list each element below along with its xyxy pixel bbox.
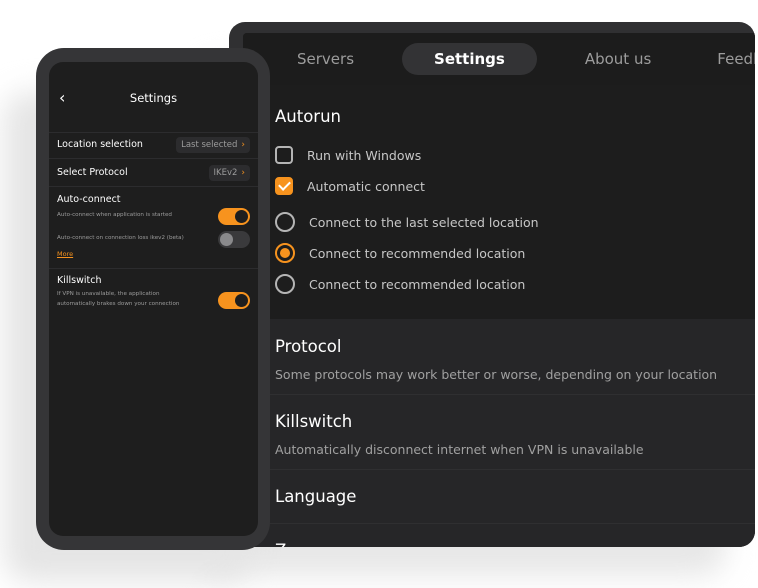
killswitch-description: Automatically disconnect internet when V… [275,442,644,457]
chevron-right-icon: › [241,168,245,178]
recommended-location-label-2: Connect to recommended location [309,276,526,292]
automatic-connect-checkbox[interactable] [275,177,293,195]
auto-connect-loss-toggle[interactable] [218,231,250,248]
last-selected-location-radio[interactable] [275,212,295,232]
language-title: Language [275,487,357,506]
run-with-windows-checkbox[interactable] [275,146,293,164]
phone-device: ‹ Settings Location selection Last selec… [36,48,270,550]
killswitch-desc-line-2: automatically brakes down your connectio… [57,301,180,307]
protocol-title: Protocol [275,337,342,356]
divider [49,132,258,133]
automatic-connect-option[interactable]: Automatic connect [275,174,425,198]
select-protocol-value-text: IKEv2 [213,168,238,178]
tab-servers[interactable]: Servers [279,43,372,75]
auto-connect-loss-text: Auto-connect on connection loss ikev2 (b… [57,235,184,241]
top-tab-bar: Servers Settings About us Feedback [243,33,755,85]
divider [49,158,258,159]
recommended-location-option-2[interactable]: Connect to recommended location [275,272,525,296]
automatic-connect-label: Automatic connect [307,178,425,194]
last-selected-location-label: Connect to the last selected location [309,214,539,230]
auto-connect-label: Auto-connect [57,194,121,205]
tab-about-us[interactable]: About us [567,43,669,75]
select-protocol-value[interactable]: IKEv2 › [208,165,250,181]
desktop-app-window: Servers Settings About us Feedback Autor… [229,22,755,547]
autorun-section: Autorun Run with Windows Automatic conne… [243,85,755,319]
next-setting-row[interactable]: Z [243,524,755,547]
select-protocol-label: Select Protocol [57,167,128,178]
recommended-location-label: Connect to recommended location [309,245,526,261]
settings-list: Protocol Some protocols may work better … [243,319,755,547]
protocol-description: Some protocols may work better or worse,… [275,367,718,382]
phone-settings-screen: ‹ Settings Location selection Last selec… [49,62,258,536]
autorun-title: Autorun [275,107,342,126]
killswitch-desc-line-1: If VPN is unavailable, the application [57,291,160,297]
language-setting-row[interactable]: Language [243,470,755,524]
divider [49,186,258,187]
phone-header: ‹ Settings [49,62,258,132]
divider [49,268,258,269]
recommended-location-radio-2[interactable] [275,274,295,294]
chevron-right-icon: › [241,140,245,150]
more-link[interactable]: More [57,250,73,258]
killswitch-title: Killswitch [275,412,353,431]
tab-settings[interactable]: Settings [402,43,537,75]
run-with-windows-label: Run with Windows [307,147,422,163]
recommended-location-option[interactable]: Connect to recommended location [275,241,525,265]
location-selection-value[interactable]: Last selected › [176,137,250,153]
desktop-app-screen: Servers Settings About us Feedback Autor… [243,33,755,547]
run-with-windows-option[interactable]: Run with Windows [275,143,421,167]
location-selection-value-text: Last selected [181,140,238,150]
killswitch-setting-row[interactable]: Killswitch Automatically disconnect inte… [243,395,755,470]
auto-connect-start-text: Auto-connect when application is started [57,212,172,218]
tab-feedback[interactable]: Feedback [699,43,755,75]
last-selected-location-option[interactable]: Connect to the last selected location [275,210,539,234]
phone-page-title: Settings [129,91,178,105]
next-setting-title: Z [275,541,286,547]
location-selection-label: Location selection [57,139,143,150]
killswitch-toggle[interactable] [218,292,250,309]
killswitch-label: Killswitch [57,275,102,286]
recommended-location-radio[interactable] [275,243,295,263]
auto-connect-start-toggle[interactable] [218,208,250,225]
protocol-setting-row[interactable]: Protocol Some protocols may work better … [243,319,755,395]
